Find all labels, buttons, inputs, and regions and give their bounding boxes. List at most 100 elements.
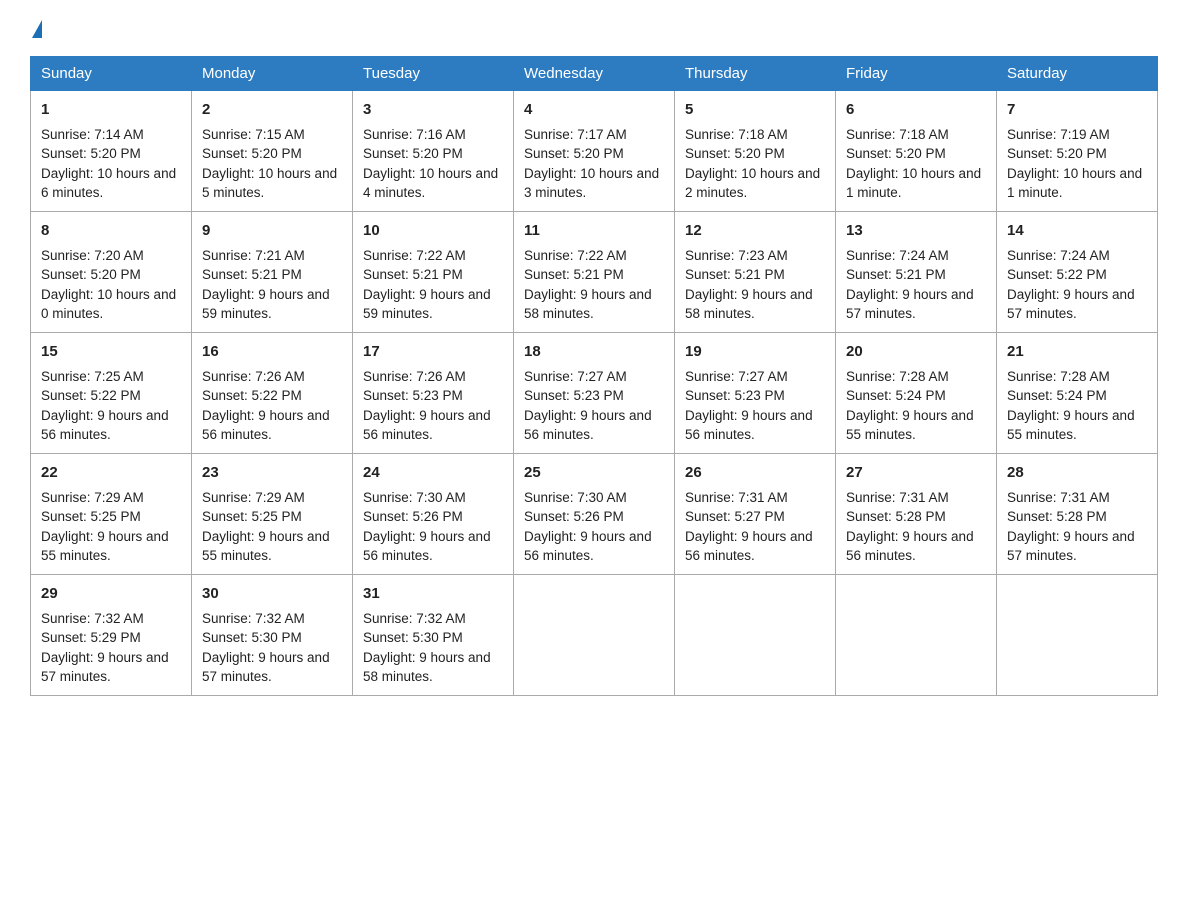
calendar-header-thursday: Thursday: [675, 57, 836, 91]
sunrise-label: Sunrise: 7:24 AM: [846, 248, 949, 263]
calendar-day-cell: 16 Sunrise: 7:26 AM Sunset: 5:22 PM Dayl…: [192, 333, 353, 454]
sunset-label: Sunset: 5:22 PM: [41, 388, 141, 403]
daylight-label: Daylight: 9 hours and 55 minutes.: [41, 529, 169, 564]
calendar-header-friday: Friday: [836, 57, 997, 91]
calendar-empty-cell: [675, 575, 836, 696]
calendar-day-cell: 8 Sunrise: 7:20 AM Sunset: 5:20 PM Dayli…: [31, 212, 192, 333]
calendar-week-row: 15 Sunrise: 7:25 AM Sunset: 5:22 PM Dayl…: [31, 333, 1158, 454]
day-number: 5: [685, 99, 825, 121]
sunset-label: Sunset: 5:30 PM: [202, 630, 302, 645]
calendar-day-cell: 1 Sunrise: 7:14 AM Sunset: 5:20 PM Dayli…: [31, 91, 192, 212]
sunset-label: Sunset: 5:26 PM: [363, 509, 463, 524]
sunrise-label: Sunrise: 7:23 AM: [685, 248, 788, 263]
day-number: 3: [363, 99, 503, 121]
sunrise-label: Sunrise: 7:19 AM: [1007, 127, 1110, 142]
daylight-label: Daylight: 10 hours and 4 minutes.: [363, 166, 498, 201]
calendar-day-cell: 5 Sunrise: 7:18 AM Sunset: 5:20 PM Dayli…: [675, 91, 836, 212]
calendar-day-cell: 6 Sunrise: 7:18 AM Sunset: 5:20 PM Dayli…: [836, 91, 997, 212]
calendar-day-cell: 18 Sunrise: 7:27 AM Sunset: 5:23 PM Dayl…: [514, 333, 675, 454]
daylight-label: Daylight: 9 hours and 58 minutes.: [363, 650, 491, 685]
sunset-label: Sunset: 5:24 PM: [1007, 388, 1107, 403]
logo-triangle-icon: [32, 20, 42, 38]
calendar-day-cell: 26 Sunrise: 7:31 AM Sunset: 5:27 PM Dayl…: [675, 454, 836, 575]
daylight-label: Daylight: 9 hours and 56 minutes.: [524, 529, 652, 564]
sunrise-label: Sunrise: 7:26 AM: [363, 369, 466, 384]
daylight-label: Daylight: 10 hours and 3 minutes.: [524, 166, 659, 201]
daylight-label: Daylight: 9 hours and 56 minutes.: [363, 408, 491, 443]
day-number: 2: [202, 99, 342, 121]
calendar-empty-cell: [997, 575, 1158, 696]
calendar-header-saturday: Saturday: [997, 57, 1158, 91]
sunset-label: Sunset: 5:21 PM: [524, 267, 624, 282]
sunset-label: Sunset: 5:20 PM: [202, 146, 302, 161]
daylight-label: Daylight: 9 hours and 57 minutes.: [202, 650, 330, 685]
day-number: 24: [363, 462, 503, 484]
sunset-label: Sunset: 5:20 PM: [846, 146, 946, 161]
sunrise-label: Sunrise: 7:26 AM: [202, 369, 305, 384]
sunset-label: Sunset: 5:20 PM: [1007, 146, 1107, 161]
calendar-day-cell: 21 Sunrise: 7:28 AM Sunset: 5:24 PM Dayl…: [997, 333, 1158, 454]
daylight-label: Daylight: 9 hours and 58 minutes.: [524, 287, 652, 322]
day-number: 1: [41, 99, 181, 121]
calendar-week-row: 22 Sunrise: 7:29 AM Sunset: 5:25 PM Dayl…: [31, 454, 1158, 575]
calendar-week-row: 29 Sunrise: 7:32 AM Sunset: 5:29 PM Dayl…: [31, 575, 1158, 696]
daylight-label: Daylight: 10 hours and 0 minutes.: [41, 287, 176, 322]
sunrise-label: Sunrise: 7:29 AM: [202, 490, 305, 505]
sunrise-label: Sunrise: 7:28 AM: [1007, 369, 1110, 384]
sunrise-label: Sunrise: 7:31 AM: [846, 490, 949, 505]
daylight-label: Daylight: 10 hours and 5 minutes.: [202, 166, 337, 201]
calendar-header-monday: Monday: [192, 57, 353, 91]
calendar-day-cell: 15 Sunrise: 7:25 AM Sunset: 5:22 PM Dayl…: [31, 333, 192, 454]
sunrise-label: Sunrise: 7:31 AM: [685, 490, 788, 505]
calendar-day-cell: 7 Sunrise: 7:19 AM Sunset: 5:20 PM Dayli…: [997, 91, 1158, 212]
sunrise-label: Sunrise: 7:30 AM: [524, 490, 627, 505]
sunrise-label: Sunrise: 7:29 AM: [41, 490, 144, 505]
day-number: 13: [846, 220, 986, 242]
sunset-label: Sunset: 5:22 PM: [1007, 267, 1107, 282]
calendar-day-cell: 10 Sunrise: 7:22 AM Sunset: 5:21 PM Dayl…: [353, 212, 514, 333]
calendar-day-cell: 13 Sunrise: 7:24 AM Sunset: 5:21 PM Dayl…: [836, 212, 997, 333]
daylight-label: Daylight: 9 hours and 59 minutes.: [202, 287, 330, 322]
day-number: 26: [685, 462, 825, 484]
sunrise-label: Sunrise: 7:30 AM: [363, 490, 466, 505]
sunrise-label: Sunrise: 7:31 AM: [1007, 490, 1110, 505]
sunset-label: Sunset: 5:21 PM: [363, 267, 463, 282]
calendar-day-cell: 24 Sunrise: 7:30 AM Sunset: 5:26 PM Dayl…: [353, 454, 514, 575]
sunrise-label: Sunrise: 7:22 AM: [363, 248, 466, 263]
page-header: [30, 20, 1158, 38]
daylight-label: Daylight: 9 hours and 56 minutes.: [41, 408, 169, 443]
sunset-label: Sunset: 5:27 PM: [685, 509, 785, 524]
day-number: 15: [41, 341, 181, 363]
day-number: 8: [41, 220, 181, 242]
daylight-label: Daylight: 9 hours and 56 minutes.: [363, 529, 491, 564]
calendar-header-wednesday: Wednesday: [514, 57, 675, 91]
day-number: 16: [202, 341, 342, 363]
daylight-label: Daylight: 9 hours and 57 minutes.: [1007, 287, 1135, 322]
calendar-day-cell: 2 Sunrise: 7:15 AM Sunset: 5:20 PM Dayli…: [192, 91, 353, 212]
sunrise-label: Sunrise: 7:21 AM: [202, 248, 305, 263]
calendar-day-cell: 28 Sunrise: 7:31 AM Sunset: 5:28 PM Dayl…: [997, 454, 1158, 575]
calendar-day-cell: 29 Sunrise: 7:32 AM Sunset: 5:29 PM Dayl…: [31, 575, 192, 696]
calendar-header-row: SundayMondayTuesdayWednesdayThursdayFrid…: [31, 57, 1158, 91]
calendar-day-cell: 23 Sunrise: 7:29 AM Sunset: 5:25 PM Dayl…: [192, 454, 353, 575]
calendar-day-cell: 4 Sunrise: 7:17 AM Sunset: 5:20 PM Dayli…: [514, 91, 675, 212]
day-number: 9: [202, 220, 342, 242]
sunrise-label: Sunrise: 7:17 AM: [524, 127, 627, 142]
calendar-day-cell: 27 Sunrise: 7:31 AM Sunset: 5:28 PM Dayl…: [836, 454, 997, 575]
day-number: 7: [1007, 99, 1147, 121]
sunset-label: Sunset: 5:20 PM: [685, 146, 785, 161]
sunrise-label: Sunrise: 7:28 AM: [846, 369, 949, 384]
daylight-label: Daylight: 9 hours and 55 minutes.: [1007, 408, 1135, 443]
calendar-day-cell: 3 Sunrise: 7:16 AM Sunset: 5:20 PM Dayli…: [353, 91, 514, 212]
sunset-label: Sunset: 5:28 PM: [846, 509, 946, 524]
day-number: 12: [685, 220, 825, 242]
sunset-label: Sunset: 5:21 PM: [846, 267, 946, 282]
sunset-label: Sunset: 5:22 PM: [202, 388, 302, 403]
calendar-week-row: 8 Sunrise: 7:20 AM Sunset: 5:20 PM Dayli…: [31, 212, 1158, 333]
sunrise-label: Sunrise: 7:27 AM: [685, 369, 788, 384]
sunset-label: Sunset: 5:25 PM: [202, 509, 302, 524]
calendar-day-cell: 11 Sunrise: 7:22 AM Sunset: 5:21 PM Dayl…: [514, 212, 675, 333]
day-number: 29: [41, 583, 181, 605]
day-number: 6: [846, 99, 986, 121]
sunrise-label: Sunrise: 7:20 AM: [41, 248, 144, 263]
